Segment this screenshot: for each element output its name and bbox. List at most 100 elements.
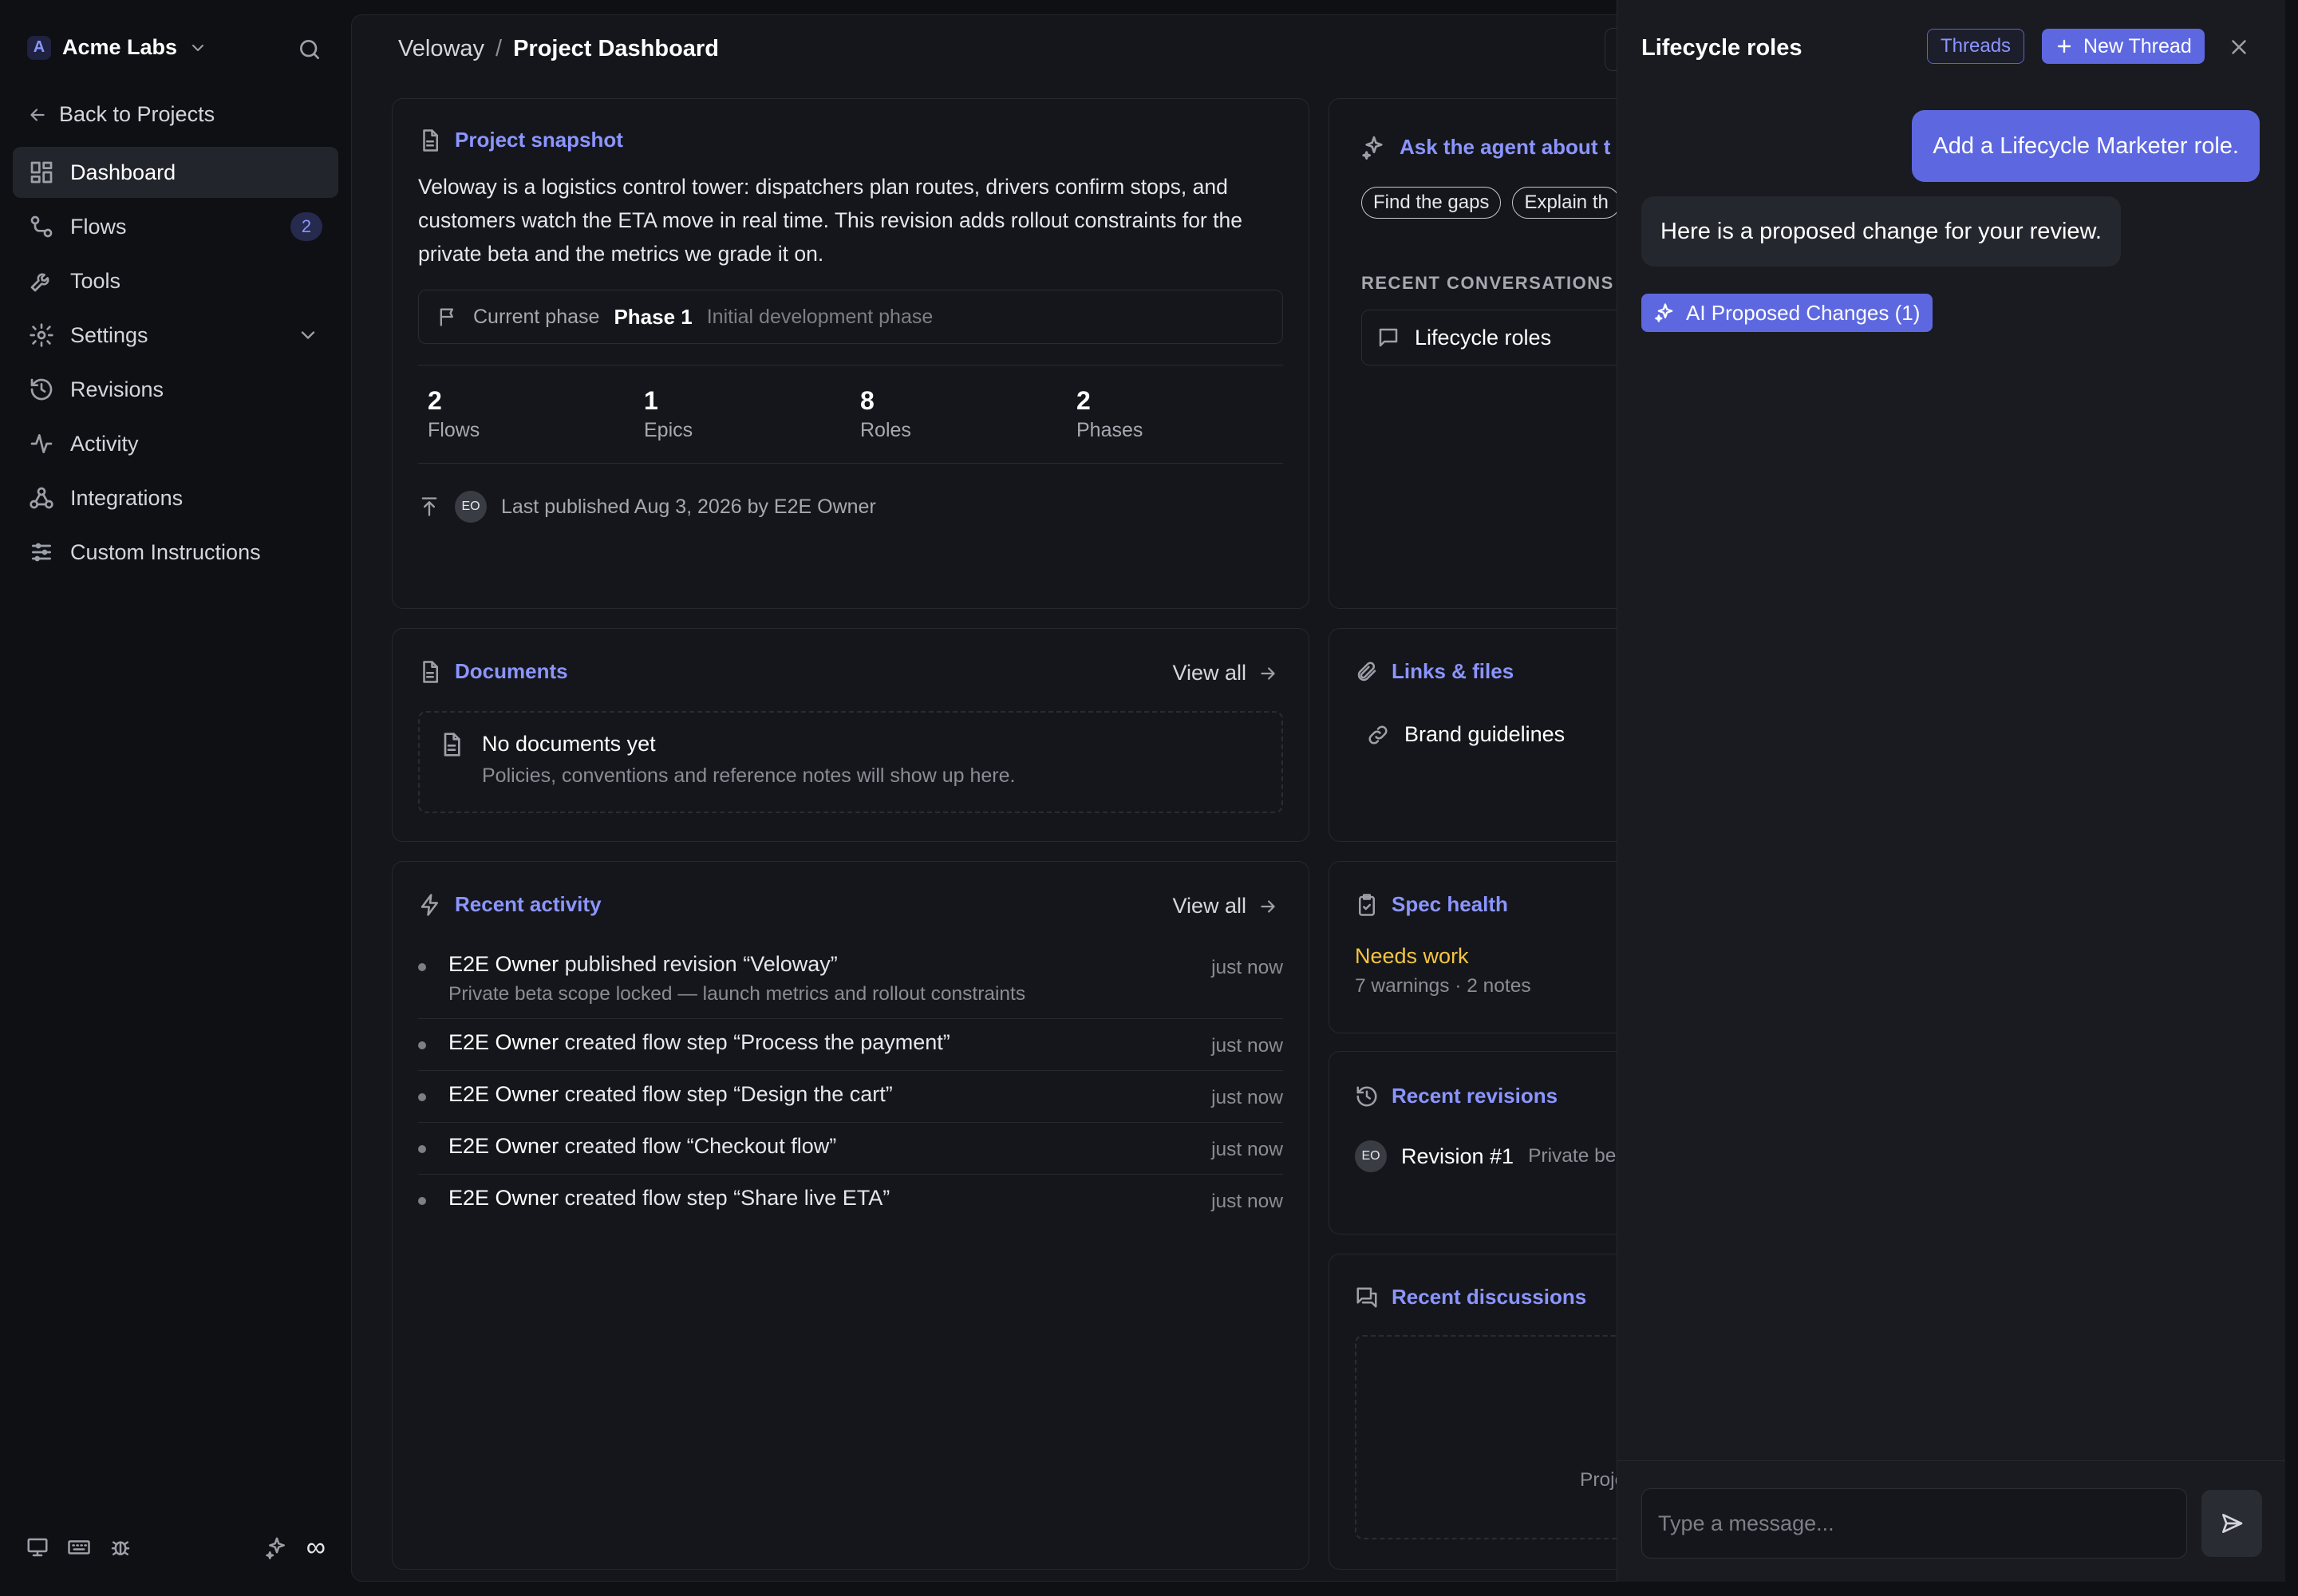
webhook-icon <box>30 487 53 509</box>
recent-revisions-card: Recent revisions EO Revision #1 Private … <box>1329 1051 1648 1235</box>
activity-text: E2E Owner created flow step “Share live … <box>448 1186 1211 1211</box>
activity-action: created flow step “Share live ETA” <box>559 1186 890 1210</box>
activity-actor: E2E Owner <box>448 1134 559 1158</box>
activity-item[interactable]: E2E Owner published revision “Veloway” Pr… <box>418 941 1283 1019</box>
revision-description: Private be <box>1528 1145 1617 1167</box>
revision-item[interactable]: EO Revision #1 Private be <box>1355 1140 1648 1172</box>
bug-icon[interactable] <box>109 1535 132 1559</box>
stat-flows[interactable]: 2 Flows <box>418 386 634 442</box>
close-icon <box>2232 40 2246 54</box>
bullet <box>418 963 426 971</box>
activity-item[interactable]: E2E Owner created flow “Checkout flow” j… <box>418 1123 1283 1175</box>
stat-label: Flows <box>428 419 480 441</box>
threads-button[interactable]: Threads <box>1927 29 2025 64</box>
empty-subtitle: Policies, conventions and reference note… <box>482 764 1016 787</box>
spec-health-title: Spec health <box>1392 892 1508 916</box>
link-icon <box>1368 725 1388 745</box>
infinity-icon[interactable]: ∞ <box>306 1534 326 1561</box>
link-label: Brand guidelines <box>1404 722 1566 746</box>
history-icon <box>30 378 53 401</box>
breadcrumb: Veloway / Project Dashboard <box>398 36 719 62</box>
paperclip-icon <box>1357 661 1376 681</box>
new-thread-label: New Thread <box>2083 34 2192 57</box>
sidebar-item-integrations[interactable]: Integrations <box>13 472 338 523</box>
links-title: Links & files <box>1392 659 1514 683</box>
activity-title: Recent activity <box>455 892 602 916</box>
revision-name: Revision #1 <box>1401 1144 1514 1168</box>
recent-discussions-card: Recent discussions Proje <box>1329 1254 1648 1570</box>
sidebar-item-settings[interactable]: Settings <box>13 310 338 361</box>
sparkles-icon <box>1655 303 1673 322</box>
sidebar-item-tools[interactable]: Tools <box>13 255 338 306</box>
sparkles-icon <box>1362 136 1383 160</box>
message-input[interactable] <box>1641 1488 2187 1558</box>
sidebar-item-label: Settings <box>70 322 148 347</box>
org-switcher[interactable]: A Acme Labs <box>27 35 207 60</box>
keyboard-icon[interactable] <box>67 1535 91 1559</box>
agent-message: Here is a proposed change for your revie… <box>1641 196 2121 267</box>
activity-actor: E2E Owner <box>448 952 559 976</box>
activity-item[interactable]: E2E Owner created flow step “Design the … <box>418 1071 1283 1123</box>
send-button[interactable] <box>2201 1490 2262 1557</box>
project-snapshot-card: Project snapshot Veloway is a logistics … <box>392 98 1309 609</box>
search-icon <box>300 40 319 59</box>
activity-item[interactable]: E2E Owner created flow step “Process the… <box>418 1019 1283 1071</box>
stat-epics[interactable]: 1 Epics <box>634 386 851 442</box>
stat-value: 2 <box>428 386 442 415</box>
search-button[interactable] <box>297 37 322 62</box>
chat-title: Lifecycle roles <box>1641 35 1802 61</box>
new-thread-button[interactable]: New Thread <box>2042 29 2205 64</box>
stat-phases[interactable]: 2 Phases <box>1067 386 1283 442</box>
suggestion-chip[interactable]: Explain th <box>1512 187 1621 219</box>
recent-conversations-label: RECENT CONVERSATIONS <box>1361 273 1614 293</box>
back-to-projects-link[interactable]: Back to Projects <box>27 102 215 127</box>
current-phase-bar[interactable]: Current phase Phase 1 Initial developmen… <box>418 290 1283 344</box>
sparkles-icon[interactable] <box>265 1535 289 1559</box>
link-item[interactable]: Brand guidelines <box>1355 722 1648 747</box>
activity-action: created flow step “Design the cart” <box>559 1082 893 1106</box>
page-title: Project Dashboard <box>513 36 719 61</box>
suggestion-chip[interactable]: Find the gaps <box>1361 187 1502 219</box>
ai-proposed-changes-button[interactable]: AI Proposed Changes (1) <box>1641 294 1933 332</box>
monitor-icon[interactable] <box>26 1535 49 1559</box>
documents-empty-state: No documents yet Policies, conventions a… <box>418 711 1283 813</box>
send-icon <box>2222 1514 2243 1533</box>
activity-time: just now <box>1211 1035 1283 1057</box>
sidebar-nav: Dashboard Flows 2 Tools Settings Revisio… <box>13 147 338 581</box>
stat-value: 8 <box>860 386 875 415</box>
empty-text: No documents yet Policies, conventions a… <box>482 732 1015 792</box>
card-title: Documents <box>418 659 1283 684</box>
sidebar-item-label: Activity <box>70 431 139 456</box>
stat-value: 2 <box>1076 386 1091 415</box>
spec-health-status: Needs work <box>1355 944 1469 968</box>
activity-text: E2E Owner published revision “Veloway” Pr… <box>448 952 1211 1005</box>
sidebar-item-label: Revisions <box>70 377 164 401</box>
chevron-down-icon <box>192 44 204 51</box>
sidebar-item-revisions[interactable]: Revisions <box>13 364 338 415</box>
card-title: Project snapshot <box>418 128 1283 152</box>
stat-label: Epics <box>644 419 693 441</box>
org-name: Acme Labs <box>62 35 178 59</box>
discussions-empty-state: Proje <box>1355 1335 1648 1539</box>
documents-view-all-link[interactable]: View all <box>1172 661 1278 685</box>
close-chat-button[interactable] <box>2227 35 2251 59</box>
sidebar-item-activity[interactable]: Activity <box>13 418 338 469</box>
activity-action: created flow “Checkout flow” <box>559 1134 837 1158</box>
snapshot-description: Veloway is a logistics control tower: di… <box>418 175 1242 266</box>
activity-item[interactable]: E2E Owner created flow step “Share live … <box>418 1175 1283 1226</box>
bullet <box>418 1093 426 1101</box>
sidebar-item-flows[interactable]: Flows 2 <box>13 201 338 252</box>
card-title: Recent activity <box>418 892 1283 917</box>
breadcrumb-project[interactable]: Veloway <box>398 36 484 62</box>
sidebar-item-label: Custom Instructions <box>70 539 261 564</box>
activity-text: E2E Owner created flow step “Design the … <box>448 1082 1211 1107</box>
sidebar-item-custom-instructions[interactable]: Custom Instructions <box>13 527 338 578</box>
activity-view-all-link[interactable]: View all <box>1172 894 1278 918</box>
plus-icon <box>2057 39 2071 53</box>
conversation-item[interactable]: Lifecycle roles <box>1361 310 1648 365</box>
view-all-label: View all <box>1172 661 1246 685</box>
sidebar-item-dashboard[interactable]: Dashboard <box>13 147 338 198</box>
sidebar-item-label: Flows <box>70 214 127 239</box>
stat-roles[interactable]: 8 Roles <box>851 386 1067 442</box>
gear-icon <box>30 323 53 347</box>
